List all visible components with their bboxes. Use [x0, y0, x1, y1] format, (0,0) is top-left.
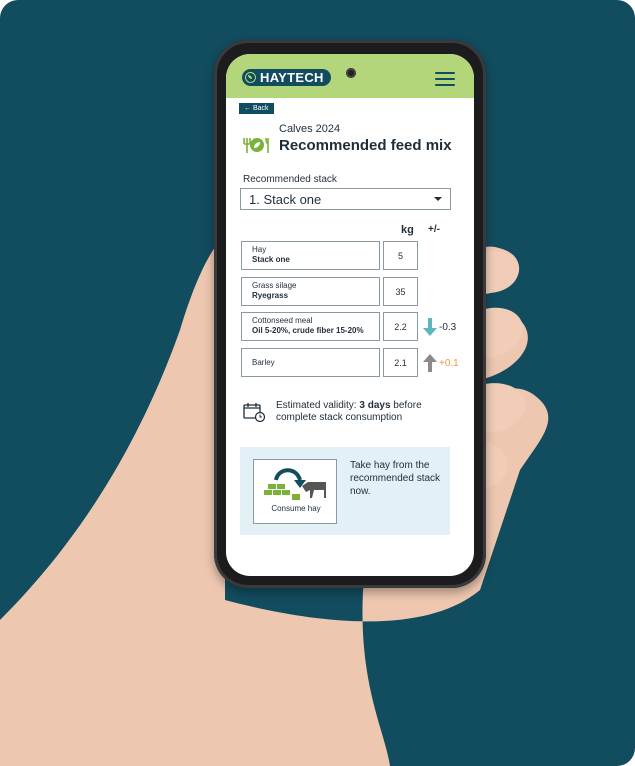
feed-name-box: Cottonseed meal Oil 5-20%, crude fiber 1…: [241, 312, 380, 341]
food-leaf-icon: [243, 137, 269, 153]
arrow-down-icon: [423, 318, 437, 336]
kg-input[interactable]: 35: [383, 277, 418, 306]
stack-selected-value: 1. Stack one: [249, 191, 322, 207]
page-subtitle: Calves 2024: [279, 123, 341, 135]
phone-screen: HAYTECH ← Back Calves 2024 Recommended f…: [226, 54, 474, 576]
feed-name: Hay: [252, 245, 267, 254]
stack-select[interactable]: 1. Stack one: [240, 188, 451, 210]
action-description: Take hay from the recommended stack now.: [350, 460, 441, 497]
leaf-icon: [245, 72, 256, 83]
feed-name: Barley: [252, 358, 275, 367]
consume-hay-button[interactable]: Consume hay: [253, 459, 337, 524]
feed-row-hay: Hay Stack one 5: [241, 241, 457, 271]
haytech-logo[interactable]: HAYTECH: [242, 69, 331, 86]
kg-input[interactable]: 5: [383, 241, 418, 270]
column-header-kg: kg: [401, 224, 414, 236]
feed-detail: Oil 5-20%, crude fiber 15-20%: [252, 326, 364, 335]
feed-name-box: Grass silage Ryegrass: [241, 277, 380, 306]
top-bar: HAYTECH: [226, 54, 474, 98]
feed-name-box: Hay Stack one: [241, 241, 380, 270]
hamburger-icon[interactable]: [435, 72, 455, 86]
action-panel: Consume hay Take hay from the recommende…: [240, 447, 450, 535]
feed-name-box: Barley: [241, 348, 380, 377]
feed-row-cottonseed-meal: Cottonseed meal Oil 5-20%, crude fiber 1…: [241, 312, 457, 342]
delta-value: +0.1: [439, 358, 459, 369]
delta-value: -0.3: [439, 322, 457, 333]
feed-detail: Stack one: [252, 255, 290, 264]
validity-prefix: Estimated validity:: [276, 400, 360, 411]
page-title: Recommended feed mix: [279, 137, 452, 154]
arrow-up-icon: [423, 354, 437, 372]
feed-row-grass-silage: Grass silage Ryegrass 35: [241, 277, 457, 307]
validity-text: Estimated validity: 3 days before comple…: [276, 400, 456, 424]
column-header-delta: +/-: [428, 224, 440, 235]
chevron-down-icon: [434, 197, 442, 201]
feed-name: Cottonseed meal: [252, 316, 313, 325]
kg-input[interactable]: 2.2: [383, 312, 418, 341]
stack-label: Recommended stack: [243, 174, 337, 185]
validity-value: 3 days: [359, 400, 391, 411]
kg-input[interactable]: 2.1: [383, 348, 418, 377]
feed-row-barley: Barley 2.1 +0.1: [241, 348, 459, 378]
front-camera: [346, 68, 356, 78]
back-button[interactable]: ← Back: [239, 103, 274, 114]
brand-name: HAYTECH: [260, 70, 324, 85]
calendar-clock-icon: [243, 403, 265, 422]
feed-detail: Ryegrass: [252, 291, 289, 300]
consume-hay-label: Consume hay: [271, 504, 321, 513]
consume-hay-icon: [264, 468, 326, 500]
feed-name: Grass silage: [252, 281, 297, 290]
